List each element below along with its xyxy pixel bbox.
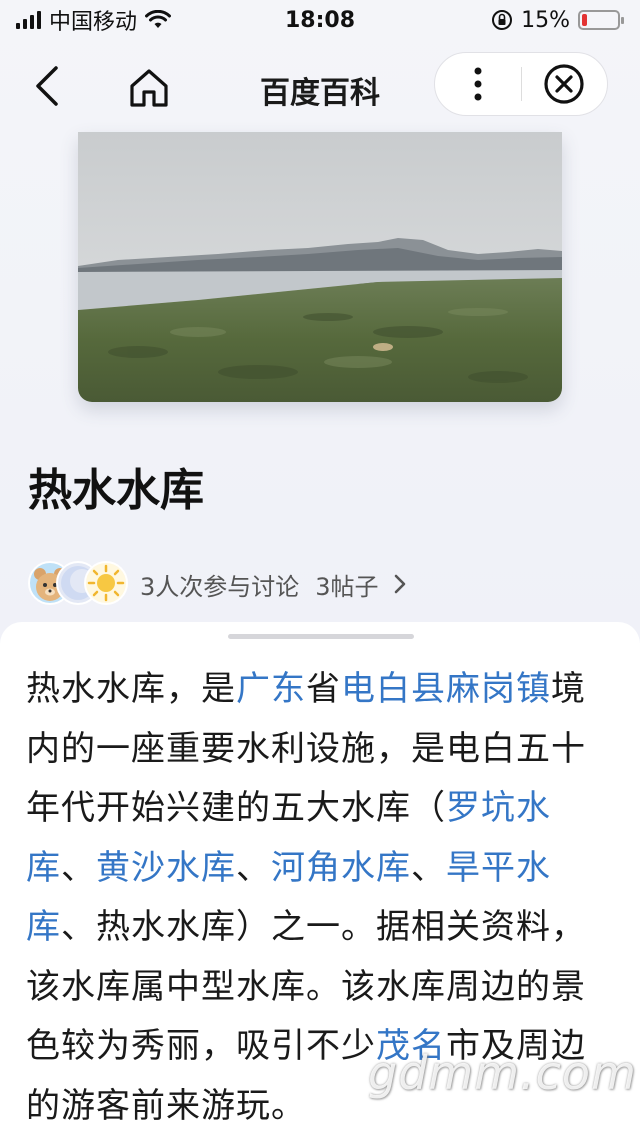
close-circle-icon — [544, 64, 584, 104]
navigation-bar: 百度百科 — [0, 44, 640, 132]
status-bar: 中国移动 18:08 15% — [0, 0, 640, 40]
sun-avatar-icon — [87, 564, 125, 602]
entry-link[interactable]: 河角水库 — [271, 848, 411, 888]
signal-icon — [16, 11, 41, 29]
entry-photo[interactable] — [78, 132, 562, 402]
avatar — [84, 561, 128, 605]
watermark: gdmm.com — [368, 1046, 637, 1100]
battery-fill — [582, 14, 588, 26]
carrier-name: 中国移动 — [49, 10, 138, 35]
paragraph-text: 热水水库，是 — [26, 669, 236, 709]
chevron-right-icon — [394, 574, 405, 594]
entry-link[interactable]: 广东 — [236, 669, 306, 709]
entry-title: 热水水库 — [28, 465, 204, 516]
participants-count: 3人次参与讨论 — [140, 572, 300, 601]
rotation-lock-icon — [492, 10, 513, 30]
home-button[interactable] — [126, 66, 172, 110]
drag-handle[interactable] — [228, 634, 414, 639]
status-left: 中国移动 — [16, 4, 172, 36]
entry-link[interactable]: 电白县 — [341, 669, 446, 709]
back-button[interactable] — [30, 64, 66, 108]
battery-icon — [578, 10, 624, 30]
paragraph-text: 、 — [411, 847, 446, 888]
paragraph-text: 省 — [306, 669, 341, 709]
mini-program-capsule — [434, 52, 608, 116]
entry-link[interactable]: 黄沙水库 — [96, 848, 236, 888]
home-icon — [130, 69, 168, 107]
entry-link[interactable]: 麻岗镇 — [446, 669, 551, 709]
discussion-row[interactable]: 3人次参与讨论 3帖子 — [28, 558, 407, 610]
more-button[interactable] — [435, 53, 521, 115]
paragraph-text: 、 — [236, 847, 271, 888]
status-right: 15% — [491, 7, 624, 33]
discussion-summary: 3人次参与讨论 3帖子 — [140, 567, 379, 602]
battery-percent: 15% — [521, 7, 570, 33]
reservoir-photo-image — [78, 132, 562, 402]
paragraph-text: 、 — [61, 847, 96, 888]
more-dots-icon — [474, 67, 482, 101]
participant-avatars — [28, 559, 128, 609]
chevron-left-icon — [36, 66, 58, 106]
posts-count: 3帖子 — [315, 572, 379, 601]
close-button[interactable] — [522, 53, 608, 115]
wifi-icon — [145, 10, 172, 28]
clock: 18:08 — [284, 7, 356, 33]
